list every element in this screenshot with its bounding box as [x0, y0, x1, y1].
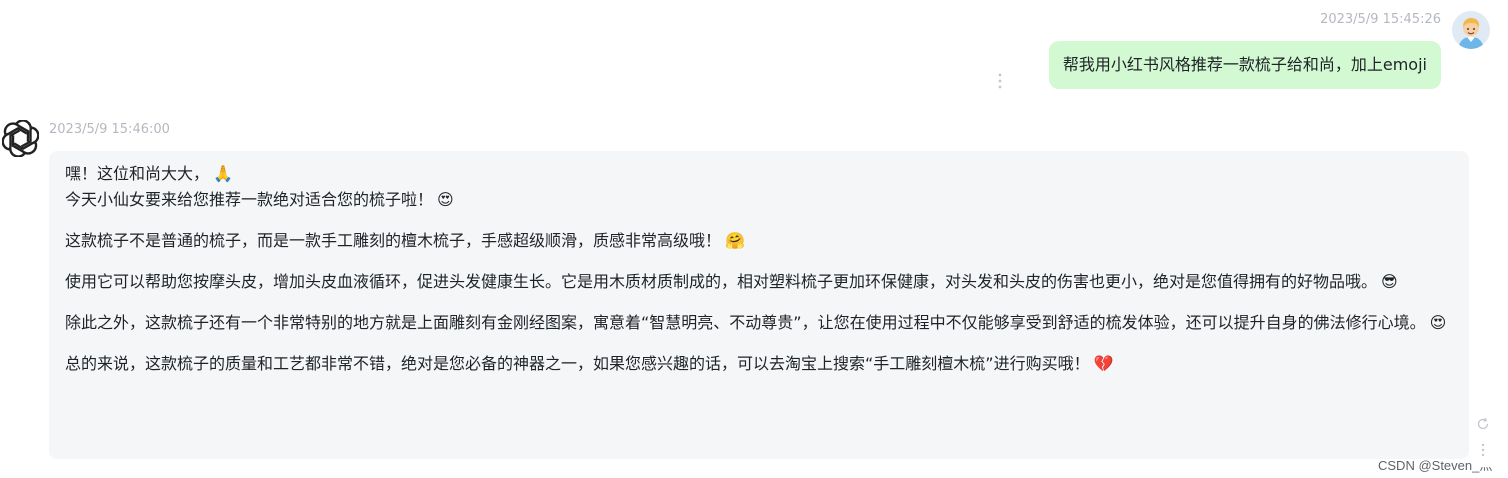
openai-logo-icon [1, 119, 40, 158]
more-vertical-icon[interactable] [994, 72, 1006, 90]
message-paragraph: 使用它可以帮助您按摩头皮，增加头皮血液循环，促进头发健康生长。它是用木质材质制成… [65, 269, 1453, 295]
paragraph-text: 总的来说，这款梳子的质量和工艺都非常不错，绝对是您必备的神器之一，如果您感兴趣的… [65, 354, 1090, 373]
paragraph-text: 今天小仙女要来给您推荐一款绝对适合您的梳子啦！ [65, 190, 434, 209]
paragraph-text: 嘿！这位和尚大大， [65, 164, 210, 183]
user-message-timestamp: 2023/5/9 15:45:26 [1320, 12, 1441, 27]
more-vertical-icon[interactable] [1480, 442, 1486, 457]
paragraph-text: 使用它可以帮助您按摩头皮，增加头皮血液循环，促进头发健康生长。它是用木质材质制成… [65, 272, 1378, 291]
watermark: CSDN @Steven_灬 [1378, 458, 1493, 473]
message-paragraph: 这款梳子不是普通的梳子，而是一款手工雕刻的檀木梳子，手感超级顺滑，质感非常高级哦… [65, 228, 1453, 254]
sunglasses-emoji: 😎 [1381, 272, 1398, 291]
message-paragraph: 嘿！这位和尚大大， 🙏 今天小仙女要来给您推荐一款绝对适合您的梳子啦！ 😍 [65, 161, 1453, 213]
assistant-message-timestamp: 2023/5/9 15:46:00 [49, 122, 170, 137]
heart-eyes-emoji: 😍 [1429, 313, 1447, 332]
refresh-icon[interactable] [1476, 416, 1490, 430]
user-message-bubble: 帮我用小红书风格推荐一款梳子给和尚，加上emoji [1048, 41, 1441, 89]
message-paragraph: 除此之外，这款梳子还有一个非常特别的地方就是上面雕刻有金刚经图案，寓意着“智慧明… [65, 310, 1453, 336]
hugging-emoji: 🤗 [725, 231, 745, 250]
message-paragraph: 总的来说，这款梳子的质量和工艺都非常不错，绝对是您必备的神器之一，如果您感兴趣的… [65, 351, 1453, 377]
paragraph-text: 除此之外，这款梳子还有一个非常特别的地方就是上面雕刻有金刚经图案，寓意着“智慧明… [65, 313, 1426, 332]
paragraph-text: 这款梳子不是普通的梳子，而是一款手工雕刻的檀木梳子，手感超级顺滑，质感非常高级哦… [65, 231, 722, 250]
user-avatar-icon[interactable] [1452, 11, 1490, 49]
heart-eyes-emoji: 😍 [437, 190, 454, 209]
broken-heart-emoji: 💔 [1093, 354, 1114, 373]
assistant-message-bubble: 嘿！这位和尚大大， 🙏 今天小仙女要来给您推荐一款绝对适合您的梳子啦！ 😍 这款梳子… [49, 151, 1469, 459]
folded-hands-emoji: 🙏 [213, 164, 233, 183]
